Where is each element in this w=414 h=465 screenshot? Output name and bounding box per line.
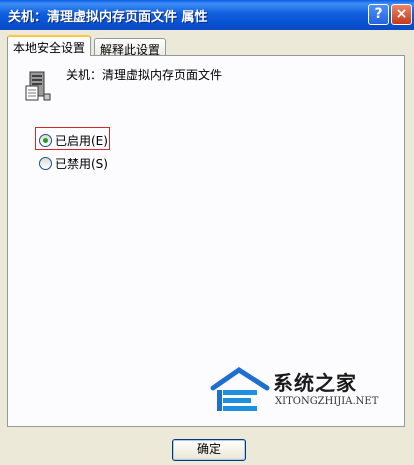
ok-button[interactable]: 确定	[172, 439, 246, 461]
close-button[interactable]: ×	[391, 4, 412, 25]
watermark: 系统之家 XITONGZHIJIA.NET	[207, 362, 412, 420]
radio-disabled[interactable]: 已禁用(S)	[39, 155, 108, 171]
tab-local-security-setting[interactable]: 本地安全设置	[7, 35, 92, 56]
radio-enabled-indicator[interactable]	[39, 134, 52, 147]
radio-enabled-label[interactable]: 已启用(E)	[55, 134, 108, 148]
policy-computer-icon	[25, 71, 51, 101]
house-logo-icon	[210, 366, 270, 411]
radio-disabled-indicator[interactable]	[39, 157, 52, 170]
radio-enabled[interactable]: 已启用(E)	[39, 132, 108, 148]
tab-explain[interactable]: 解释此设置	[94, 38, 167, 57]
window-title: 关机：清理虚拟内存页面文件 属性	[8, 10, 208, 25]
watermark-title: 系统之家	[273, 371, 357, 395]
policy-name: 关机：清理虚拟内存页面文件	[66, 68, 223, 82]
radio-disabled-label[interactable]: 已禁用(S)	[55, 157, 108, 171]
title-bar[interactable]: 关机：清理虚拟内存页面文件 属性 ? ×	[0, 0, 414, 30]
watermark-url: XITONGZHIJIA.NET	[275, 396, 379, 407]
help-button[interactable]: ?	[368, 4, 389, 25]
